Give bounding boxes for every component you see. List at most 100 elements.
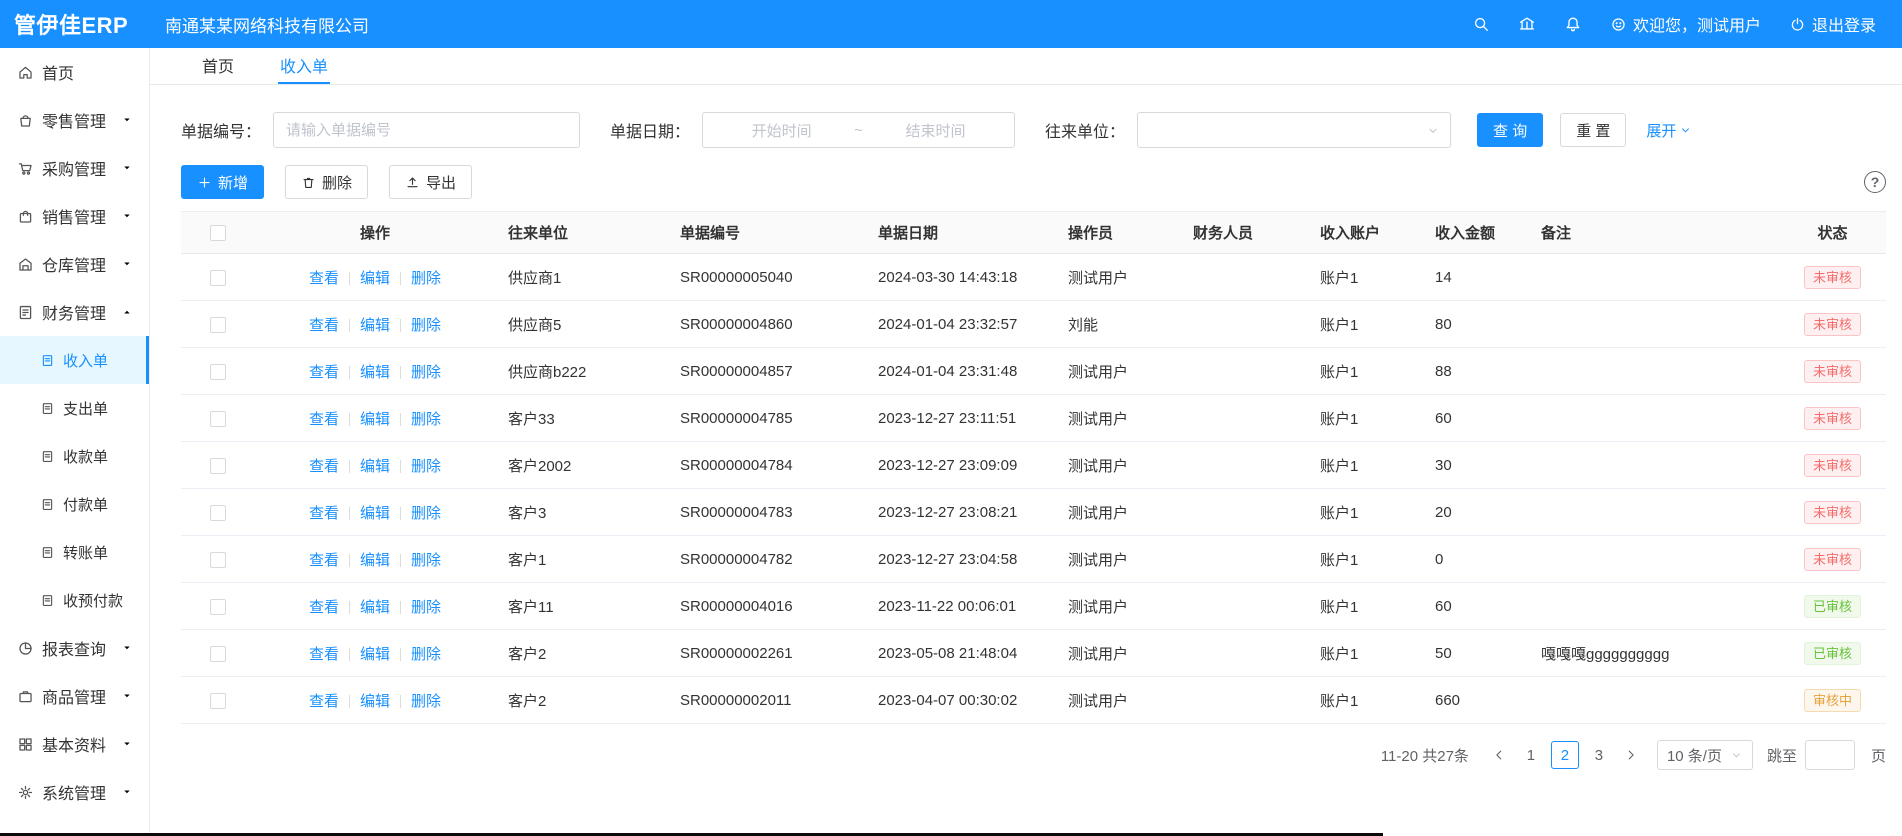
row-action-edit[interactable]: 编辑 [360,270,390,287]
search-icon[interactable] [1472,15,1490,33]
row-action-view[interactable]: 查看 [309,505,339,522]
row-action-edit[interactable]: 编辑 [360,505,390,522]
partner-select[interactable] [1137,112,1451,148]
cell-finance_staff [1181,301,1308,348]
sidebar-item-sales[interactable]: 销售管理 [0,192,149,240]
sales-icon [17,208,34,225]
row-checkbox[interactable] [210,317,226,333]
action-separator [349,413,350,426]
sidebar-item-finance[interactable]: 财务管理 [0,288,149,336]
status-badge: 已审核 [1804,595,1861,618]
sidebar-item-report[interactable]: 报表查询 [0,624,149,672]
page-size-select[interactable]: 10 条/页 [1657,740,1753,770]
row-action-view[interactable]: 查看 [309,270,339,287]
add-button[interactable]: 新增 [181,165,264,199]
row-action-delete[interactable]: 删除 [411,317,441,334]
row-action-view[interactable]: 查看 [309,693,339,710]
row-action-edit[interactable]: 编辑 [360,646,390,663]
date-range-picker[interactable]: 开始时间 ~ 结束时间 [702,112,1015,148]
cell-finance_staff [1181,583,1308,630]
sidebar-subitem-prepaid[interactable]: 收预付款 [0,576,149,624]
row-action-edit[interactable]: 编辑 [360,552,390,569]
page-button-2[interactable]: 2 [1551,741,1579,769]
doc-icon [40,449,55,464]
sidebar-subitem-income[interactable]: 收入单 [0,336,149,384]
select-all-checkbox[interactable] [210,225,226,241]
row-action-edit[interactable]: 编辑 [360,364,390,381]
sidebar-subitem-expense[interactable]: 支出单 [0,384,149,432]
order-no-input[interactable] [273,112,580,148]
row-checkbox[interactable] [210,270,226,286]
row-action-delete[interactable]: 删除 [411,364,441,381]
row-action-delete[interactable]: 删除 [411,458,441,475]
pagination: 11-20 共27条 123 10 条/页 跳至 页 [181,740,1886,770]
row-checkbox[interactable] [210,411,226,427]
sidebar-subitem-receipt[interactable]: 收款单 [0,432,149,480]
sidebar-item-basic[interactable]: 基本资料 [0,720,149,768]
row-action-delete[interactable]: 删除 [411,693,441,710]
bell-icon[interactable] [1564,15,1582,33]
delete-button[interactable]: 删除 [285,165,368,199]
row-checkbox-cell [181,630,254,677]
row-action-view[interactable]: 查看 [309,458,339,475]
row-action-view[interactable]: 查看 [309,411,339,428]
help-icon[interactable]: ? [1864,171,1886,193]
row-checkbox[interactable] [210,458,226,474]
row-action-edit[interactable]: 编辑 [360,317,390,334]
order-no-label: 单据编号： [181,118,261,142]
sidebar-item-purchase[interactable]: 采购管理 [0,144,149,192]
plus-icon [197,175,212,190]
row-action-delete[interactable]: 删除 [411,270,441,287]
page-button-1[interactable]: 1 [1517,741,1545,769]
next-page-button[interactable] [1619,741,1643,769]
row-action-delete[interactable]: 删除 [411,411,441,428]
tab-home[interactable]: 首页 [200,48,236,84]
prev-page-button[interactable] [1487,741,1511,769]
row-checkbox[interactable] [210,505,226,521]
sidebar-subitem-payment[interactable]: 付款单 [0,480,149,528]
reset-button[interactable]: 重 置 [1560,113,1626,147]
cell-finance_staff [1181,489,1308,536]
action-separator [400,413,401,426]
jump-input[interactable] [1805,740,1855,770]
row-action-delete[interactable]: 删除 [411,646,441,663]
row-action-view[interactable]: 查看 [309,552,339,569]
logout-icon [1789,16,1806,33]
export-button[interactable]: 导出 [389,165,472,199]
row-checkbox[interactable] [210,646,226,662]
search-button[interactable]: 查 询 [1477,113,1543,147]
row-actions-cell: 查看 编辑 删除 [254,442,496,489]
row-checkbox[interactable] [210,599,226,615]
row-actions-cell: 查看 编辑 删除 [254,489,496,536]
purchase-icon [17,160,34,177]
sidebar-item-retail[interactable]: 零售管理 [0,96,149,144]
row-action-edit[interactable]: 编辑 [360,599,390,616]
row-action-edit[interactable]: 编辑 [360,693,390,710]
tab-income[interactable]: 收入单 [278,48,330,84]
cell-remark [1529,348,1779,395]
row-action-edit[interactable]: 编辑 [360,458,390,475]
row-checkbox[interactable] [210,364,226,380]
user-greeting[interactable]: 欢迎您，测试用户 [1610,12,1761,36]
building-icon[interactable] [1518,15,1536,33]
expand-link[interactable]: 展开 [1646,120,1692,141]
logout-button[interactable]: 退出登录 [1789,12,1876,36]
sidebar-item-system[interactable]: 系统管理 [0,768,149,816]
row-action-delete[interactable]: 删除 [411,552,441,569]
row-action-view[interactable]: 查看 [309,646,339,663]
row-action-delete[interactable]: 删除 [411,505,441,522]
row-checkbox[interactable] [210,693,226,709]
row-action-view[interactable]: 查看 [309,599,339,616]
row-action-edit[interactable]: 编辑 [360,411,390,428]
sidebar-item-goods[interactable]: 商品管理 [0,672,149,720]
row-action-view[interactable]: 查看 [309,317,339,334]
page-button-3[interactable]: 3 [1585,741,1613,769]
column-header-finance_staff: 财务人员 [1181,212,1308,254]
row-action-view[interactable]: 查看 [309,364,339,381]
cell-account: 账户1 [1308,630,1423,677]
row-checkbox[interactable] [210,552,226,568]
row-action-delete[interactable]: 删除 [411,599,441,616]
sidebar-item-warehouse[interactable]: 仓库管理 [0,240,149,288]
sidebar-subitem-transfer[interactable]: 转账单 [0,528,149,576]
sidebar-item-home[interactable]: 首页 [0,48,149,96]
